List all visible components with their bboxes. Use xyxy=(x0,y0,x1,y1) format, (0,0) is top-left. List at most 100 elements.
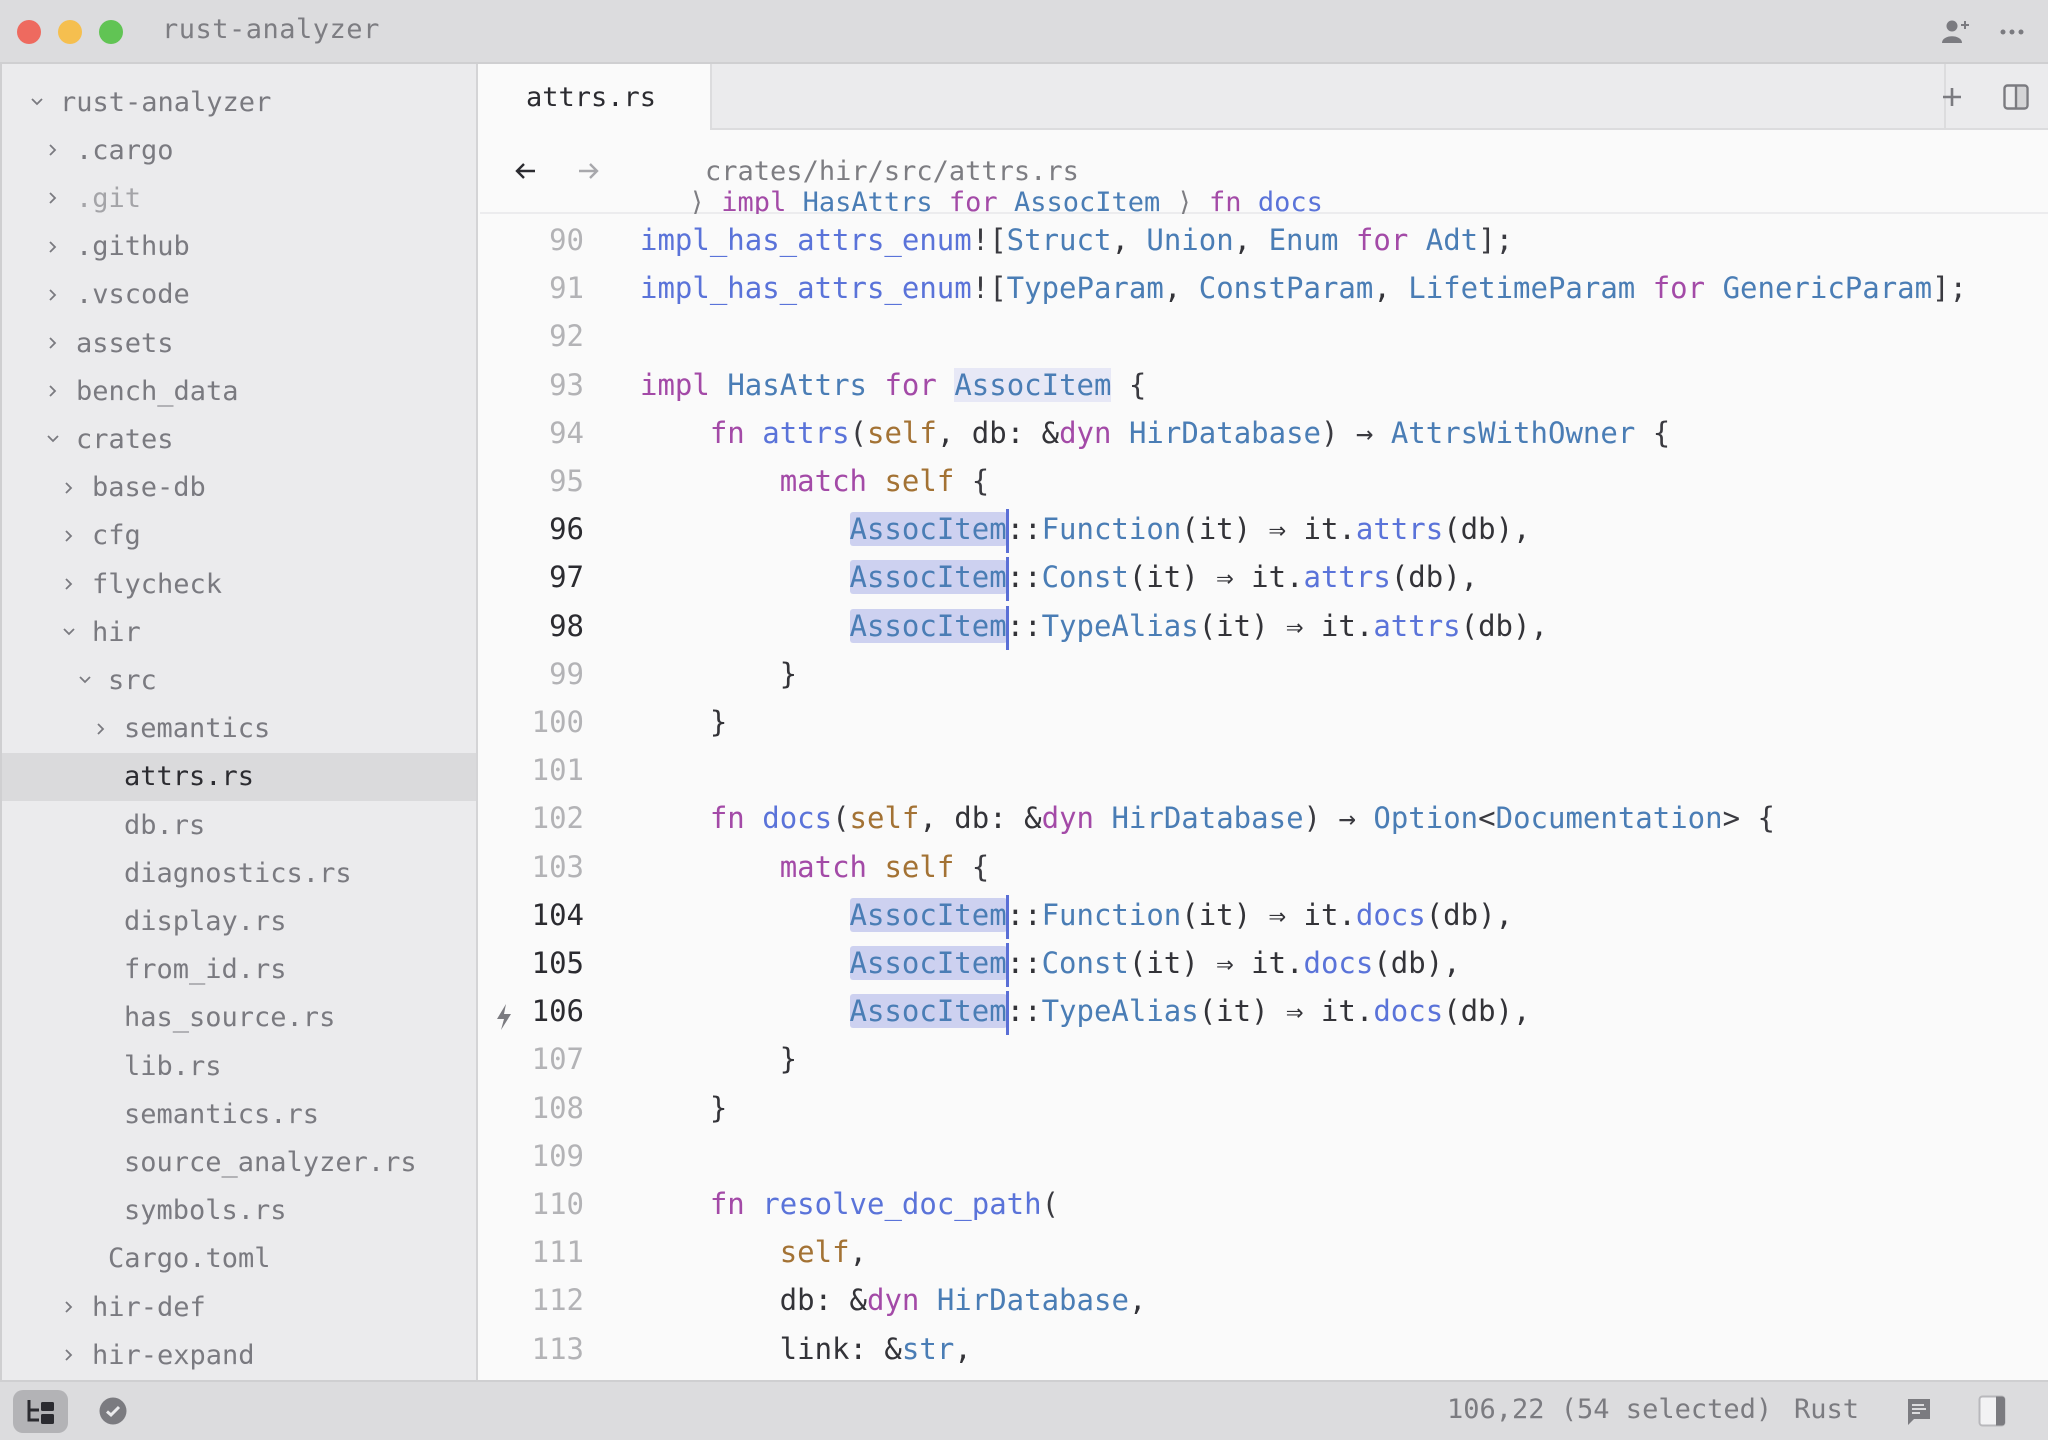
go-forward-button[interactable] xyxy=(574,156,604,186)
code-text: AssocItem::Function(it) ⇒ it.docs(db), xyxy=(640,891,1513,939)
breadcrumb-separator: ⟩ xyxy=(672,186,722,218)
chevron-right-icon xyxy=(92,720,110,738)
tree-item-hir[interactable]: hir xyxy=(2,608,476,656)
code-line[interactable]: 112 db: &dyn HirDatabase, xyxy=(480,1276,2048,1324)
code-line[interactable]: 93 impl HasAttrs for AssocItem { xyxy=(480,361,2048,409)
maximize-window-button[interactable] xyxy=(99,20,123,44)
code-line[interactable]: 95 match self { xyxy=(480,457,2048,505)
feedback-button[interactable] xyxy=(1904,1396,1934,1428)
code-line[interactable]: 91 impl_has_attrs_enum![TypeParam, ConstP… xyxy=(480,264,2048,312)
code-line[interactable]: 105 AssocItem::Const(it) ⇒ it.docs(db), xyxy=(480,939,2048,987)
tree-item-source-analyzer-rs[interactable]: source_analyzer.rs xyxy=(2,1138,476,1186)
code-line[interactable]: 107 } xyxy=(480,1035,2048,1083)
line-number: 90 xyxy=(549,223,584,257)
tree-item-diagnostics-rs[interactable]: diagnostics.rs xyxy=(2,849,476,897)
tree-item-hir-expand[interactable]: hir-expand xyxy=(2,1331,476,1379)
line-number: 110 xyxy=(531,1187,584,1221)
add-collaborator-icon[interactable] xyxy=(1939,16,1971,48)
tree-item-base-db[interactable]: base-db xyxy=(2,464,476,512)
code-editor[interactable]: 90 impl_has_attrs_enum![Struct, Union, En… xyxy=(480,214,2048,1380)
tree-item-bench-data[interactable]: bench_data xyxy=(2,367,476,415)
go-back-button[interactable] xyxy=(510,156,540,186)
tree-item-cfg[interactable]: cfg xyxy=(2,512,476,560)
tree-item-from-id-rs[interactable]: from_id.rs xyxy=(2,946,476,994)
code-text: } xyxy=(640,656,798,691)
tree-item-lib-rs[interactable]: lib.rs xyxy=(2,1042,476,1090)
code-text: AssocItem::TypeAlias(it) ⇒ it.attrs(db), xyxy=(640,602,1548,650)
tree-item-has-source-rs[interactable]: has_source.rs xyxy=(2,994,476,1042)
file-spacer xyxy=(92,1153,110,1171)
line-number: 108 xyxy=(531,1090,584,1125)
code-line[interactable]: 90 impl_has_attrs_enum![Struct, Union, En… xyxy=(480,216,2048,264)
code-text: fn attrs(self, db: &dyn HirDatabase) → A… xyxy=(709,415,1671,450)
code-text: match self { xyxy=(779,849,990,884)
breadcrumb-symbol[interactable]: impl HasAttrs for AssocItem xyxy=(721,187,1160,218)
code-line[interactable]: 99 } xyxy=(480,650,2048,698)
split-pane-icon[interactable] xyxy=(2000,81,2032,113)
breadcrumb-symbol[interactable]: fn docs xyxy=(1209,187,1323,218)
chevron-right-icon xyxy=(44,238,62,256)
tree-item-rust-analyzer[interactable]: rust-analyzer xyxy=(2,78,476,126)
code-line[interactable]: 104 AssocItem::Function(it) ⇒ it.docs(db… xyxy=(480,891,2048,939)
tree-item-cargo[interactable]: .cargo xyxy=(2,126,476,174)
minimize-window-button[interactable] xyxy=(58,20,82,44)
breadcrumb-path[interactable]: crates/hir/src/attrs.rs xyxy=(705,156,1079,187)
tree-item-db-rs[interactable]: db.rs xyxy=(2,801,476,849)
code-line[interactable]: 96 AssocItem::Function(it) ⇒ it.attrs(db… xyxy=(480,505,2048,554)
project-panel-toggle-button[interactable] xyxy=(13,1390,68,1433)
code-line[interactable]: 109 xyxy=(480,1132,2048,1180)
code-text: db: &dyn HirDatabase, xyxy=(640,1283,1147,1318)
tree-item-display-rs[interactable]: display.rs xyxy=(2,897,476,945)
tree-item-cargo-toml[interactable]: Cargo.toml xyxy=(2,1235,476,1283)
line-number: 93 xyxy=(549,367,584,402)
code-line[interactable]: 108 } xyxy=(480,1084,2048,1132)
tree-item-crates[interactable]: crates xyxy=(2,415,476,463)
more-options-icon[interactable] xyxy=(1996,16,2028,48)
tree-item-git[interactable]: .git xyxy=(2,174,476,222)
file-spacer xyxy=(92,768,110,786)
new-tab-icon[interactable] xyxy=(1936,81,1968,113)
code-line[interactable]: 92 xyxy=(480,312,2048,360)
tab-attrs-rs[interactable]: attrs.rs xyxy=(480,64,712,130)
code-line[interactable]: 103 match self { xyxy=(480,843,2048,891)
tree-item-flycheck[interactable]: flycheck xyxy=(2,560,476,608)
language-selector[interactable]: Rust xyxy=(1794,1394,1859,1425)
code-line[interactable]: 100 } xyxy=(480,698,2048,746)
chevron-right-icon xyxy=(60,1298,78,1316)
breadcrumb-separator: ⟩ xyxy=(1160,186,1210,218)
tree-item-attrs-rs[interactable]: attrs.rs xyxy=(2,752,476,801)
line-number: 98 xyxy=(549,608,584,643)
code-text: AssocItem::Function(it) ⇒ it.attrs(db), xyxy=(640,505,1531,554)
tree-item-github[interactable]: .github xyxy=(2,223,476,271)
diagnostics-button[interactable] xyxy=(98,1396,128,1426)
code-line[interactable]: 110 fn resolve_doc_path( xyxy=(480,1180,2048,1228)
tree-item-src[interactable]: src xyxy=(2,656,476,704)
tree-item-hir-def[interactable]: hir-def xyxy=(2,1283,476,1331)
code-line[interactable]: 98 AssocItem::TypeAlias(it) ⇒ it.attrs(d… xyxy=(480,602,2048,650)
tree-item-label: .cargo xyxy=(76,134,174,166)
code-line[interactable]: 111 self, xyxy=(480,1228,2048,1276)
tree-item-assets[interactable]: assets xyxy=(2,319,476,367)
chevron-down-icon xyxy=(44,430,62,448)
file-spacer xyxy=(92,1105,110,1123)
code-text: match self { xyxy=(779,464,990,498)
tree-item-label: hir xyxy=(92,616,141,648)
close-window-button[interactable] xyxy=(17,20,41,44)
toggle-right-dock-button[interactable] xyxy=(1976,1394,2008,1428)
arrow-right-icon xyxy=(579,163,599,179)
tree-item-symbols-rs[interactable]: symbols.rs xyxy=(2,1187,476,1235)
tree-item-label: .github xyxy=(76,231,190,263)
tree-item-label: crates xyxy=(76,423,174,455)
tree-item-vscode[interactable]: .vscode xyxy=(2,271,476,319)
code-line[interactable]: 101 xyxy=(480,746,2048,794)
code-line[interactable]: 97 AssocItem::Const(it) ⇒ it.attrs(db), xyxy=(480,553,2048,602)
code-line[interactable]: 106 AssocItem::TypeAlias(it) ⇒ it.docs(d… xyxy=(480,987,2048,1036)
tree-item-semantics[interactable]: semantics xyxy=(2,705,476,753)
cursor-position[interactable]: 106,22 (54 selected) xyxy=(1447,1394,1772,1425)
tree-item-label: symbols.rs xyxy=(124,1195,287,1227)
code-line[interactable]: 102 fn docs(self, db: &dyn HirDatabase) … xyxy=(480,794,2048,842)
code-line[interactable]: 113 link: &str, xyxy=(480,1325,2048,1373)
tree-item-semantics-rs[interactable]: semantics.rs xyxy=(2,1090,476,1138)
code-line[interactable]: 94 fn attrs(self, db: &dyn HirDatabase) … xyxy=(480,409,2048,457)
line-number: 100 xyxy=(531,705,584,739)
